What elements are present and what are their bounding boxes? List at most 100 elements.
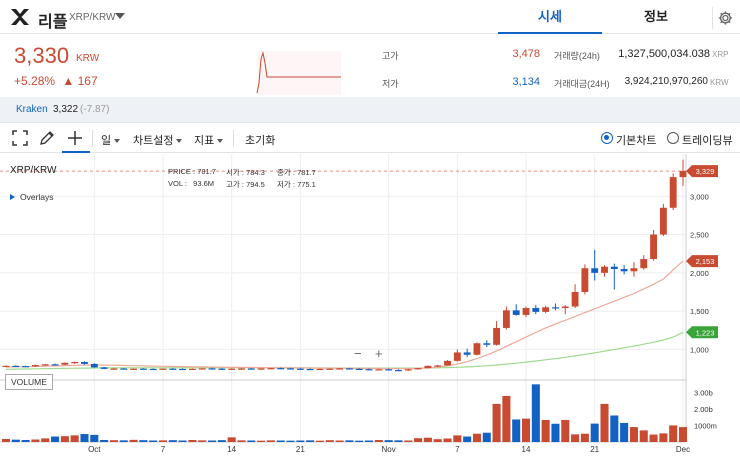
zoom-out-button[interactable]: − bbox=[354, 346, 362, 361]
price-tick-label: 1,500 bbox=[690, 307, 709, 316]
ma-short-badge: 2,153 bbox=[696, 257, 715, 266]
x-tick-label: 7 bbox=[455, 445, 460, 454]
chart-toolbar: 일 차트설정 지표 초기화 기본차트 트레이딩뷰 bbox=[0, 124, 740, 153]
volume-bar bbox=[678, 427, 688, 442]
period-select[interactable]: 일 bbox=[101, 132, 121, 148]
volume-bar bbox=[158, 440, 168, 442]
volume-bar bbox=[590, 423, 599, 442]
volume-bar bbox=[51, 436, 60, 442]
trading-view-label[interactable]: 트레이딩뷰 bbox=[682, 132, 733, 148]
candle-body bbox=[277, 368, 285, 370]
candle-body bbox=[581, 268, 589, 292]
candle-body bbox=[542, 307, 550, 312]
candle-body bbox=[81, 362, 88, 364]
ohlc-low: 저가 : 775.1 bbox=[277, 180, 316, 189]
candle-body bbox=[424, 365, 432, 369]
candle-body bbox=[336, 368, 344, 370]
pencil-draw-icon[interactable] bbox=[38, 129, 56, 147]
candle-body bbox=[561, 306, 569, 309]
volume-bar bbox=[90, 434, 99, 442]
candle-body bbox=[22, 366, 30, 368]
coin-select-chevron-down-icon[interactable] bbox=[115, 13, 125, 19]
indicator-button[interactable]: 지표 bbox=[194, 132, 224, 148]
candle-body bbox=[51, 364, 59, 366]
candle-body bbox=[218, 368, 226, 370]
volume-bar bbox=[168, 440, 177, 442]
candle-body bbox=[71, 362, 79, 364]
price-unit: KRW bbox=[76, 53, 100, 64]
volume-bar bbox=[208, 440, 217, 442]
fullscreen-icon[interactable] bbox=[11, 129, 29, 147]
volume-bar bbox=[129, 439, 138, 442]
price-chart[interactable]: 3,000 2,500 2,000 1,500 1,000 3.00b 2.00b 1000m… bbox=[0, 154, 740, 454]
crosshair-icon[interactable] bbox=[66, 129, 84, 147]
candle-body bbox=[669, 177, 677, 208]
gear-icon[interactable] bbox=[712, 7, 734, 29]
candle-body bbox=[41, 364, 49, 366]
zoom-in-button[interactable]: + bbox=[375, 346, 383, 361]
change-amount: 167 bbox=[77, 74, 98, 88]
exchange-bar: Kraken 3,322 (-7.87) bbox=[0, 97, 740, 123]
candle-body bbox=[385, 369, 393, 371]
ohlc-open: 시가 : 784.3 bbox=[226, 168, 265, 177]
volume-bar bbox=[423, 437, 432, 442]
candle-body bbox=[247, 368, 255, 370]
overlays-toggle[interactable]: Overlays bbox=[10, 192, 54, 202]
candle-body bbox=[169, 368, 177, 370]
high-label: 고가 bbox=[382, 51, 399, 61]
chart-canvas[interactable]: 3,000 2,500 2,000 1,500 1,000 3.00b 2.00b 1000m… bbox=[0, 154, 740, 454]
volume-tick-label: 3.00b bbox=[694, 388, 713, 397]
volume-bar bbox=[1, 439, 11, 442]
volume-bar bbox=[80, 434, 89, 442]
candle-body bbox=[365, 369, 373, 371]
trading-view-radio[interactable] bbox=[667, 132, 679, 144]
x-tick-label: 7 bbox=[161, 445, 166, 454]
volume-bar bbox=[482, 432, 491, 442]
volume-bar bbox=[355, 440, 364, 442]
volume-bar bbox=[325, 440, 334, 442]
exchange-name[interactable]: Kraken bbox=[16, 104, 48, 115]
price-tick-label: 3,000 bbox=[690, 192, 709, 201]
candle-body bbox=[12, 365, 20, 368]
indicator-label: 지표 bbox=[194, 135, 215, 147]
volume-bar bbox=[198, 440, 207, 442]
price-tick-label: 2,000 bbox=[690, 269, 709, 278]
basic-chart-radio[interactable] bbox=[601, 132, 613, 144]
candle-body bbox=[552, 307, 559, 309]
volume-bar bbox=[149, 440, 158, 442]
volume-bar bbox=[384, 440, 393, 442]
amount-unit: KRW bbox=[710, 78, 729, 87]
ohlc-close: 종가 : 781.7 bbox=[277, 168, 316, 177]
volume-bar bbox=[571, 434, 580, 442]
candle-body bbox=[512, 310, 520, 315]
volume-bar bbox=[600, 403, 609, 442]
tab-quote[interactable]: 시세 bbox=[498, 0, 602, 34]
reset-button[interactable]: 초기화 bbox=[245, 132, 275, 148]
x-tick-label: Dec bbox=[676, 445, 690, 454]
candle-body bbox=[453, 352, 461, 361]
candle-body bbox=[483, 343, 491, 345]
volume-bar bbox=[315, 440, 324, 442]
volume-bar bbox=[345, 440, 354, 442]
volume-bar bbox=[306, 440, 315, 442]
exchange-price: 3,322 bbox=[53, 104, 79, 115]
tab-info[interactable]: 정보 bbox=[604, 0, 708, 34]
volume-label: 거래량(24h) bbox=[554, 51, 600, 61]
vol-label: VOL bbox=[168, 179, 183, 188]
candle-body bbox=[306, 368, 314, 371]
candle-body bbox=[502, 310, 510, 328]
volume-bar bbox=[659, 433, 668, 442]
volume-bar bbox=[70, 435, 79, 442]
volume-bar bbox=[227, 437, 236, 442]
price-label: PRICE bbox=[168, 167, 191, 176]
price-summary: 3,330 KRW +5.28% ▲ 167 고가 3,478 저가 3,134… bbox=[0, 35, 740, 97]
candle-body bbox=[228, 368, 236, 370]
candle-body bbox=[522, 308, 530, 315]
basic-chart-label[interactable]: 기본차트 bbox=[616, 132, 656, 148]
candle-body bbox=[287, 368, 294, 370]
x-tick-label: 21 bbox=[296, 445, 305, 454]
volume-bar bbox=[31, 439, 40, 442]
chart-settings-button[interactable]: 차트설정 bbox=[133, 132, 183, 148]
candle-body bbox=[120, 368, 128, 370]
volume-bar bbox=[139, 440, 148, 442]
